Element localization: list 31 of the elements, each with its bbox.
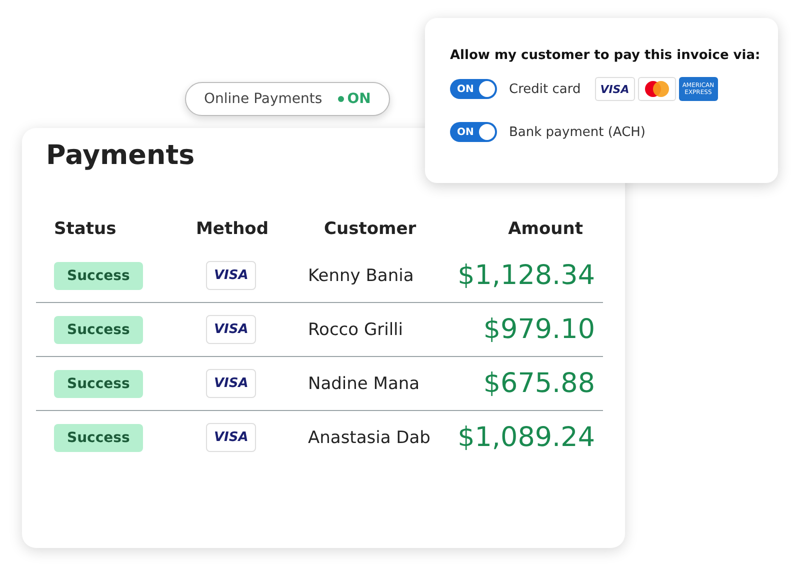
mastercard-logo: [638, 77, 676, 101]
toggle-switch[interactable]: ON: [450, 79, 497, 99]
amount: $1,089.24: [456, 422, 596, 453]
column-header: Customer: [323, 219, 418, 239]
customer-name: Anastasia Dab: [307, 428, 432, 448]
card-title: Payments: [46, 140, 196, 171]
column-header: Status: [53, 219, 118, 239]
visa-logo: VISA: [594, 77, 635, 101]
status-badge: Success: [54, 316, 143, 344]
online-payments-status[interactable]: Online Payments ON: [185, 82, 390, 116]
visa-logo: VISA: [206, 369, 256, 398]
option-label: Credit card: [509, 82, 581, 96]
column-header: Amount: [507, 219, 584, 239]
amount: $1,128.34: [456, 260, 596, 291]
visa-logo: VISA: [206, 261, 256, 290]
customer-name: Nadine Mana: [307, 374, 421, 394]
customer-name: Rocco Grilli: [307, 320, 404, 340]
amount: $979.10: [482, 314, 596, 345]
option-label: Bank payment (ACH): [509, 124, 646, 140]
visa-logo: VISA: [206, 315, 256, 344]
visa-logo: VISA: [206, 423, 256, 452]
amount: $675.88: [482, 368, 596, 399]
status-badge: Success: [54, 370, 143, 398]
status-value: ON: [347, 91, 371, 107]
column-header: Method: [195, 219, 270, 239]
toggle-switch[interactable]: ON: [450, 122, 497, 142]
status-badge: Success: [54, 262, 143, 290]
customer-name: Kenny Bania: [307, 266, 415, 286]
status-badge: Success: [54, 424, 143, 452]
status-label: Online Payments: [204, 91, 322, 107]
popover-title: Allow my customer to pay this invoice via:: [450, 48, 762, 64]
